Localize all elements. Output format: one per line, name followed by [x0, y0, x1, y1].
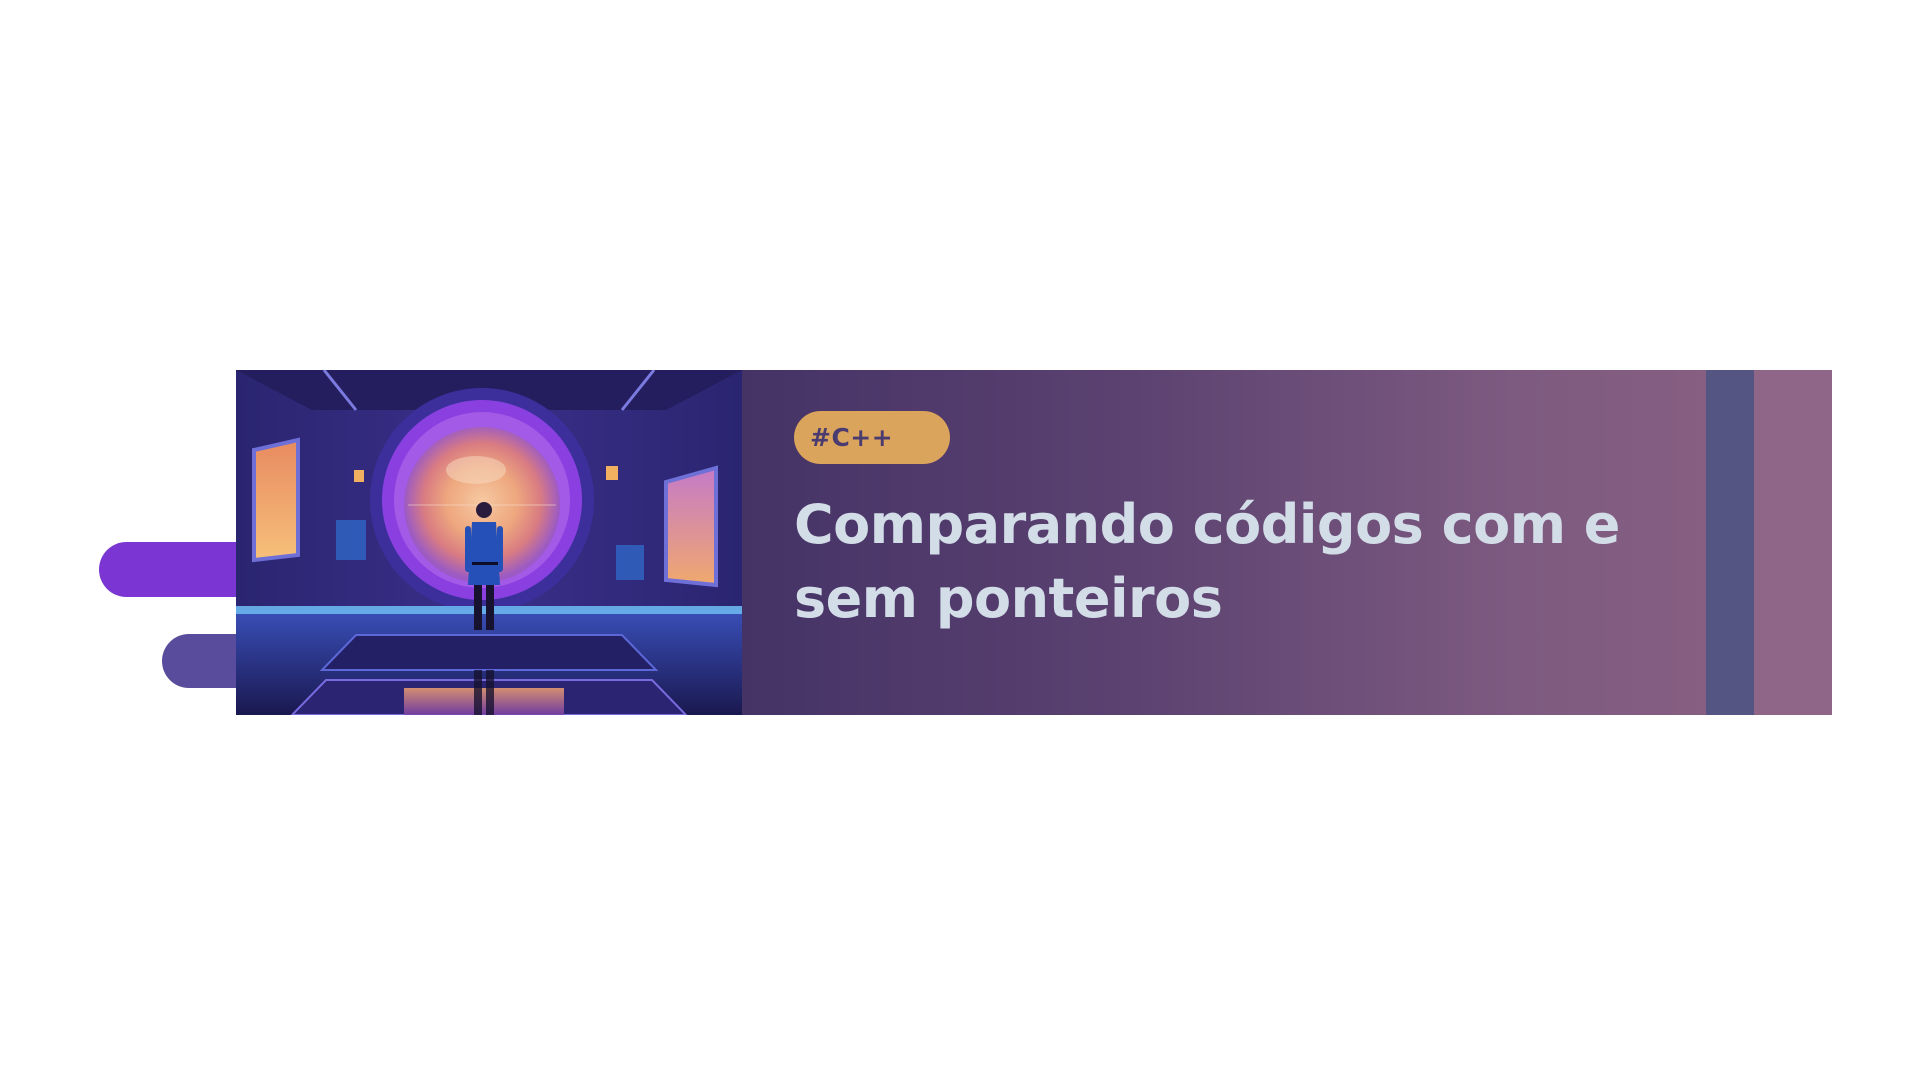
topic-tag[interactable]: #C++ [794, 411, 950, 464]
accent-stripe-blue [1706, 370, 1754, 715]
page: #C++ Comparando códigos com e sem pontei… [0, 0, 1920, 1080]
article-banner[interactable]: #C++ Comparando códigos com e sem pontei… [236, 370, 1832, 715]
article-title[interactable]: Comparando códigos com e sem ponteiros [794, 488, 1654, 636]
space-portal-illustration [236, 370, 742, 715]
accent-stripe-mauve [1754, 370, 1832, 715]
